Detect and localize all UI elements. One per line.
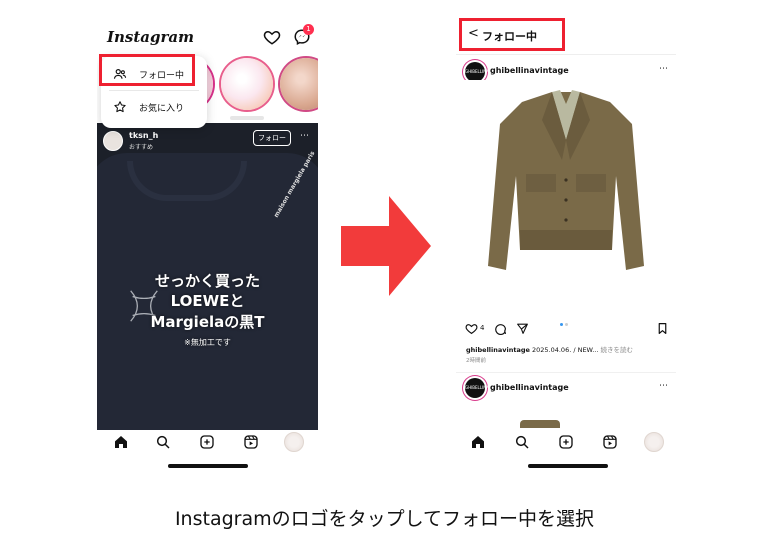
avatar[interactable]: GHIBELLINA: [465, 378, 489, 398]
post-username[interactable]: tksn_h: [129, 131, 158, 140]
more-options-icon[interactable]: ⋯: [659, 64, 668, 74]
home-indicator: [168, 464, 248, 468]
post-timestamp: 2時間前: [466, 358, 486, 364]
profile-avatar[interactable]: [284, 432, 304, 452]
menu-divider: [109, 90, 199, 91]
avatar-text: GHIBELLINA: [465, 385, 489, 390]
reels-icon[interactable]: [602, 434, 618, 450]
create-icon[interactable]: [558, 434, 574, 450]
star-icon: [114, 101, 126, 113]
chevron-down-icon[interactable]: ⌄: [177, 32, 185, 42]
home-indicator: [528, 464, 608, 468]
jacket-illustration: [488, 90, 644, 270]
create-icon[interactable]: [199, 434, 215, 450]
caption-text: 2025.04.06. / NEW...: [529, 346, 601, 354]
avatar[interactable]: GHIBELLINA: [465, 62, 489, 82]
follow-button[interactable]: フォロー: [253, 130, 291, 146]
home-icon[interactable]: [470, 434, 486, 450]
tshirt-collar: [127, 161, 247, 201]
instagram-header: Instagram ⌄ 1: [97, 16, 318, 58]
story-avatar[interactable]: [221, 58, 273, 110]
read-more-link[interactable]: 続きを読む: [601, 346, 634, 354]
comment-icon[interactable]: [494, 322, 507, 335]
bottom-tab-bar: [97, 426, 318, 458]
divider: [456, 54, 676, 55]
more-options-icon[interactable]: ⋯: [659, 381, 668, 391]
notification-badge: 1: [303, 24, 314, 35]
right-phone-screenshot: < フォロー中 GHIBELLINA ghibellinavintage ⋯ 4: [456, 16, 676, 474]
heart-icon[interactable]: [465, 322, 478, 335]
home-icon[interactable]: [113, 434, 129, 450]
instruction-caption: Instagramのロゴをタップしてフォロー中を選択: [174, 508, 595, 530]
caption-username[interactable]: ghibellinavintage: [466, 346, 530, 354]
menu-item-label: お気に入り: [139, 104, 185, 114]
overlay-note: ※無加工です: [184, 338, 231, 347]
story-label: [230, 116, 264, 120]
search-icon[interactable]: [514, 434, 530, 450]
right-arrow-icon: [341, 196, 431, 296]
highlight-box-following: [99, 54, 195, 86]
share-icon[interactable]: [516, 322, 529, 335]
post-actions: 4: [456, 320, 676, 340]
overlay-text-line: せっかく買った: [154, 272, 260, 290]
more-options-icon[interactable]: ⋯: [300, 131, 309, 141]
story-avatar[interactable]: [280, 58, 318, 110]
avatar-text: GHIBELLINA: [465, 69, 489, 74]
reels-icon[interactable]: [243, 434, 259, 450]
highlight-box-following-title: [459, 18, 565, 51]
avatar[interactable]: [103, 131, 123, 151]
post-username[interactable]: ghibellinavintage: [490, 66, 569, 75]
overlay-text-line: Margielaの黒T: [150, 313, 265, 331]
overlay-text-line: LOEWEと: [170, 292, 245, 310]
menu-item-favorites[interactable]: お気に入り: [101, 92, 207, 122]
like-count: 4: [480, 324, 485, 332]
profile-avatar[interactable]: [644, 432, 664, 452]
post-image[interactable]: [456, 80, 676, 306]
bottom-tab-bar: [456, 426, 676, 458]
heart-icon[interactable]: [263, 28, 281, 46]
divider: [456, 372, 676, 373]
post-caption: ghibellinavintage 2025.04.06. / NEW... 続…: [466, 344, 633, 354]
post-username[interactable]: ghibellinavintage: [490, 383, 569, 392]
post-subtitle: おすすめ: [129, 144, 154, 151]
feed-post: tksn_h おすすめ フォロー ⋯ maison margiela paris…: [97, 123, 318, 430]
bookmark-icon[interactable]: [656, 322, 669, 335]
search-icon[interactable]: [155, 434, 171, 450]
